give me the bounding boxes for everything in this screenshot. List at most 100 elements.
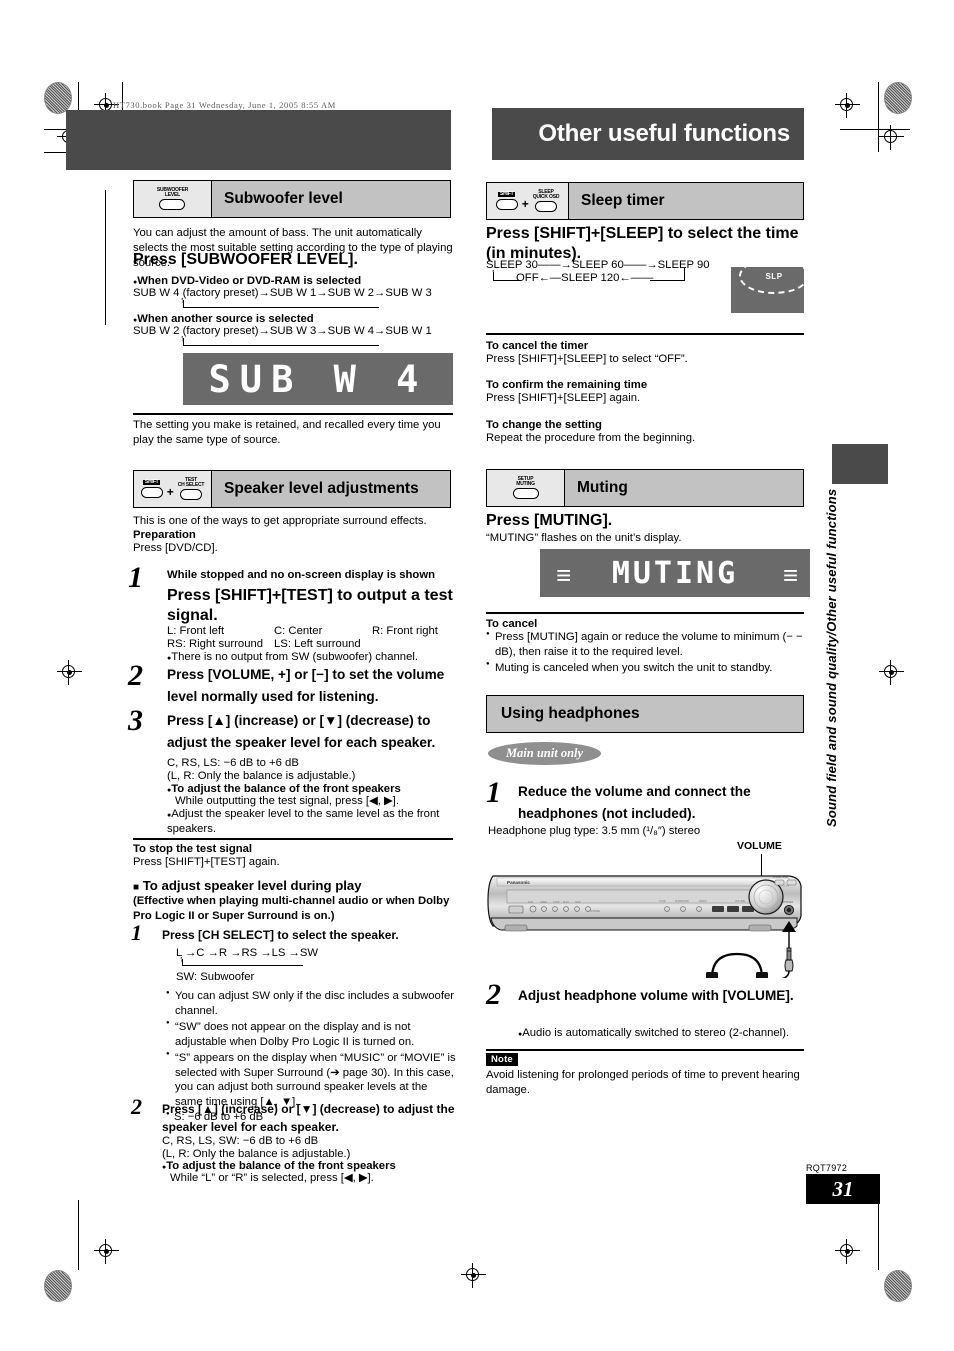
sleep-led-display: SLP bbox=[731, 258, 809, 313]
button-cap-icon bbox=[180, 489, 202, 501]
crop-circle-mr bbox=[879, 125, 904, 150]
muting-key-group: SETUP MUTING bbox=[487, 470, 565, 506]
step1-note: ●There is no output from SW (subwoofer) … bbox=[167, 651, 418, 663]
sleep-press-heading: Press [SHIFT]+[SLEEP] to select the time… bbox=[486, 225, 799, 262]
device-svg: Panasonic DVD OPEN STOP PLAY SKIP PHONES TUN… bbox=[487, 875, 802, 982]
step2-title: Press [VOLUME, +] or [−] to set the volu… bbox=[167, 667, 445, 705]
subwoofer-divider bbox=[133, 413, 453, 415]
muting-key-label-line2: MUTING bbox=[516, 480, 535, 487]
sleep-chain-line-riser bbox=[684, 268, 685, 281]
side-tab-dark-block bbox=[832, 444, 888, 484]
button-cap-icon bbox=[535, 201, 557, 213]
crop-line-br-v bbox=[878, 1200, 879, 1270]
svg-text:DVD: DVD bbox=[528, 901, 533, 904]
subwoofer-loop-1 bbox=[183, 300, 379, 308]
svg-text:PHONES: PHONES bbox=[783, 901, 794, 904]
hp-step-number-1: 1 bbox=[486, 776, 501, 809]
section-header-speaker-level: SHIFT + TEST CH SELECT Speaker level adj… bbox=[133, 470, 451, 508]
hp-step1-sub: Headphone plug type: 3.5 mm (¹/₈″) stere… bbox=[488, 825, 701, 837]
crop-circle-bm bbox=[461, 1263, 486, 1288]
muting-press-heading: Press [MUTING]. bbox=[486, 512, 613, 529]
muting-section-title: Muting bbox=[565, 470, 803, 506]
dp-bullet-1: You can adjust SW only if the disc inclu… bbox=[166, 989, 456, 1019]
muting-cancel-bullet-2: Muting is canceled when you switch the u… bbox=[486, 661, 804, 676]
muting-divider bbox=[486, 612, 804, 614]
dp-chain: L →C →R →RS →LS →SW bbox=[176, 947, 319, 959]
subwoofer-bullet2-label: When another source is selected bbox=[137, 313, 314, 325]
step3-bullet2-text: Adjust the speaker level to the same lev… bbox=[167, 808, 440, 835]
step3-title: Press [▲] (increase) or [▼] (decrease) t… bbox=[167, 713, 436, 751]
subwoofer-bullet2-chain: SUB W 2 (factory preset)→SUB W 3→SUB W 4… bbox=[133, 325, 432, 337]
shift-button[interactable]: SHIFT bbox=[495, 192, 518, 210]
dp-chain-loop bbox=[182, 959, 303, 966]
print-hatch-mark-bottom-left bbox=[44, 1270, 72, 1302]
sleep-quick-osd-button[interactable]: SLEEP QUICK OSD bbox=[533, 189, 559, 213]
button-cap-icon bbox=[495, 198, 518, 210]
stop-test-text: Press [SHIFT]+[TEST] again. bbox=[133, 856, 280, 868]
step3-bullet2: ●Adjust the speaker level to the same le… bbox=[167, 808, 440, 835]
test-ch-select-button[interactable]: TEST CH SELECT bbox=[177, 477, 205, 501]
section-header-subwoofer-level: SUBWOOFER LEVEL Subwoofer level bbox=[133, 180, 451, 218]
muting-cancel-bullet-1: Press [MUTING] again or reduce the volum… bbox=[486, 630, 804, 660]
sleep-confirm-text: Press [SHIFT]+[SLEEP] again. bbox=[486, 392, 641, 404]
subwoofer-key-group: SUBWOOFER LEVEL bbox=[134, 181, 212, 217]
page-title: Other useful functions bbox=[492, 108, 804, 160]
hp-step2-bullet1-text: Audio is automatically switched to stere… bbox=[522, 1027, 790, 1039]
subwoofer-loop-arrow-2: ↑ bbox=[180, 333, 185, 343]
setup-muting-button[interactable]: SETUP MUTING bbox=[512, 476, 539, 500]
print-hatch-mark-top-right bbox=[884, 82, 912, 114]
muting-display-text: MUTING bbox=[611, 555, 739, 591]
plus-sign: + bbox=[521, 196, 529, 211]
flash-right-icon: ≡ bbox=[782, 560, 798, 590]
svg-text:PLAY: PLAY bbox=[563, 901, 569, 904]
note-label-badge: Note bbox=[486, 1053, 518, 1066]
sleep-change-text: Repeat the procedure from the beginning. bbox=[486, 432, 696, 444]
svg-text:STOP: STOP bbox=[553, 901, 560, 904]
step1-note-text: There is no output from SW (subwoofer) c… bbox=[171, 651, 418, 663]
subwoofer-led-display: SUB W 4 bbox=[183, 353, 453, 405]
page-number-box: 31 bbox=[806, 1174, 880, 1204]
hp-step1-title: Reduce the volume and connect the headph… bbox=[518, 784, 751, 822]
subwoofer-loop-arrow-1: ↑ bbox=[180, 295, 185, 305]
sleep-chain-line-right bbox=[650, 280, 685, 281]
note-divider bbox=[486, 1049, 804, 1051]
dp-step2-title: Press [▲] (increase) or [▼] (decrease) t… bbox=[162, 1102, 455, 1134]
volume-callout-label: VOLUME bbox=[737, 840, 782, 852]
svg-text:PHONES: PHONES bbox=[590, 910, 601, 913]
during-play-sub: (Effective when playing multi-channel au… bbox=[133, 895, 450, 922]
step-number-2: 2 bbox=[128, 659, 143, 692]
shift-button[interactable]: SHIFT bbox=[140, 480, 163, 498]
muting-sub: “MUTING” flashes on the unit’s display. bbox=[486, 532, 682, 544]
sleep-chain-top: SLEEP 30——→SLEEP 60——→SLEEP 90 bbox=[486, 259, 710, 271]
subwoofer-footnote: The setting you make is retained, and re… bbox=[133, 419, 441, 446]
left-dark-banner bbox=[66, 110, 451, 170]
muting-cancel-list: Press [MUTING] again or reduce the volum… bbox=[486, 630, 804, 676]
sleep-section-title: Sleep timer bbox=[569, 183, 803, 219]
crop-circle-tr bbox=[835, 93, 860, 118]
file-header-stamp: HT730.book Page 31 Wednesday, June 1, 20… bbox=[113, 100, 336, 110]
subwoofer-bullet1-chain: SUB W 4 (factory preset)→SUB W 1→SUB W 2… bbox=[133, 287, 432, 299]
crop-line-bl-v bbox=[78, 1200, 79, 1270]
step-number-1: 1 bbox=[128, 561, 143, 594]
crop-circle-br bbox=[835, 1239, 860, 1264]
button-cap-icon bbox=[159, 199, 186, 211]
side-tab-label: Sound field and sound quality/Other usef… bbox=[824, 488, 839, 827]
subwoofer-loop-2 bbox=[183, 338, 379, 346]
muting-led-display: ≡ MUTING ≡ bbox=[540, 549, 810, 597]
svg-text:POWER OPEN: POWER OPEN bbox=[773, 877, 788, 879]
subwoofer-level-button[interactable]: SUBWOOFER LEVEL bbox=[157, 187, 188, 211]
test-key-label-line2: CH SELECT bbox=[177, 481, 205, 488]
crop-circle-left-mid bbox=[57, 660, 82, 685]
svg-text:RADIO: RADIO bbox=[699, 900, 707, 903]
hp-step2-bullet1: ●Audio is automatically switched to ster… bbox=[518, 1027, 790, 1039]
button-cap-icon bbox=[140, 486, 163, 498]
button-cap-icon bbox=[512, 488, 539, 500]
note-text: Avoid listening for prolonged periods of… bbox=[486, 1069, 800, 1096]
slp-indicator: SLP bbox=[739, 258, 809, 294]
crop-line-tr-v bbox=[878, 82, 879, 152]
svg-text:Panasonic: Panasonic bbox=[507, 880, 530, 885]
crop-circle-right-mid bbox=[879, 660, 904, 685]
dp-step2-bullet1-text: While “L” or “R” is selected, press [◀, … bbox=[170, 1172, 374, 1184]
footer-code: RQT7972 bbox=[806, 1163, 848, 1173]
speaker-level-key-group: SHIFT + TEST CH SELECT bbox=[134, 471, 212, 507]
